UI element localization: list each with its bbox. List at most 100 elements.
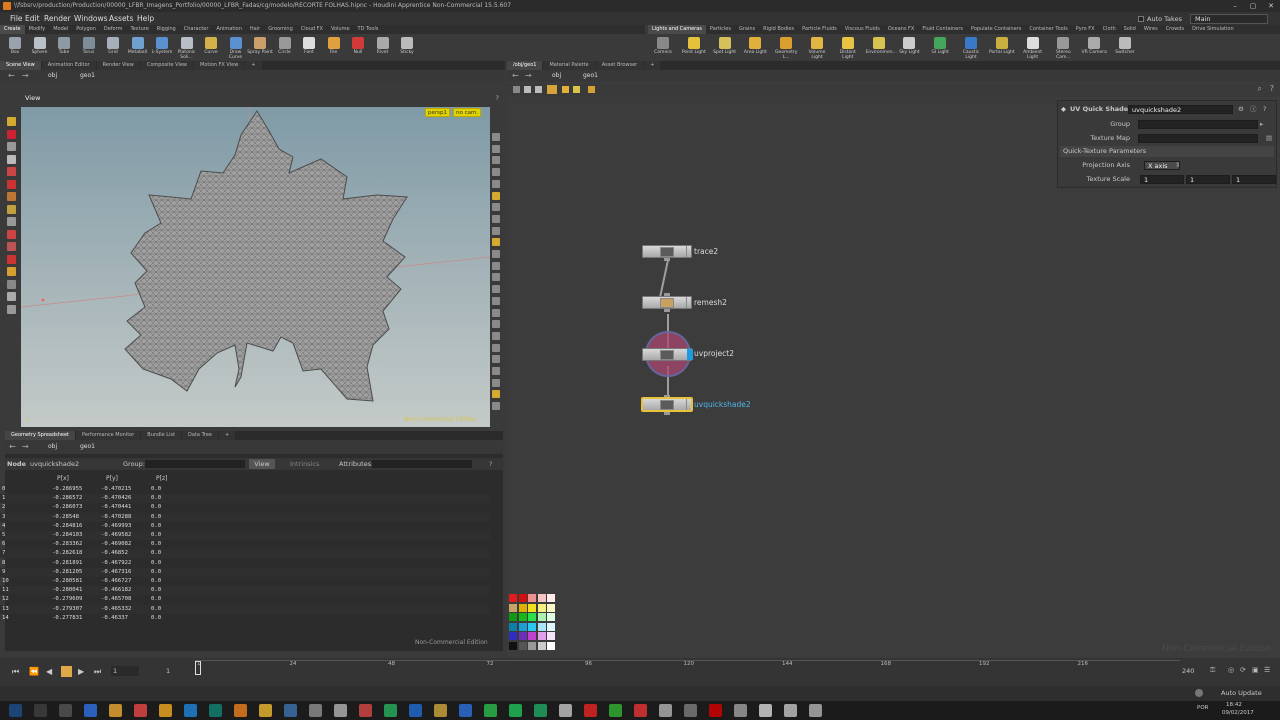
shelf-tool[interactable]: Torus (76, 35, 102, 61)
viewer-tool-icon[interactable] (7, 279, 16, 289)
color-swatch[interactable] (509, 632, 517, 640)
node-label-trace2[interactable]: trace2 (694, 247, 718, 256)
color-swatch[interactable] (528, 632, 536, 640)
display-option-icon[interactable] (492, 133, 500, 141)
display-option-icon[interactable] (492, 203, 500, 212)
table-row[interactable]: 7 -0.282618 -0.46852 0.0 (0, 549, 490, 559)
display-option-icon[interactable] (492, 308, 500, 317)
shelf-tab[interactable]: Grains (735, 25, 759, 34)
app-icon[interactable] (559, 704, 572, 717)
task-view-icon[interactable] (59, 704, 72, 717)
table-row[interactable]: 14 -0.277831 -0.46337 0.0 (0, 614, 490, 623)
display-option-icon[interactable] (492, 168, 500, 177)
key-icon[interactable]: ⚿ (1210, 666, 1215, 675)
desktop-select[interactable]: Main (1190, 14, 1268, 24)
shelf-tool[interactable]: Ambient Light (1020, 35, 1046, 61)
menu-help[interactable]: Help (137, 12, 154, 25)
color-swatch[interactable] (509, 622, 517, 631)
shelf-tool[interactable]: Rivet (370, 35, 396, 61)
node-name-field[interactable]: uvquickshade2 (1128, 105, 1233, 114)
color-swatch[interactable] (518, 613, 527, 621)
jump-start-icon[interactable]: ⏮ (12, 667, 19, 677)
add-icon[interactable] (513, 86, 520, 93)
language-indicator[interactable]: POR (1197, 705, 1208, 711)
node-uvquickshade2[interactable] (642, 398, 692, 411)
file-explorer-icon[interactable] (84, 704, 97, 717)
file-browse-icon[interactable]: ▤ (1266, 132, 1272, 144)
viewer-tool-icon[interactable] (7, 204, 16, 214)
shelf-tool[interactable]: Curve (198, 35, 224, 61)
shelf-tab[interactable]: Populate Containers (967, 25, 1025, 34)
options-icon[interactable]: ☰ (1264, 666, 1270, 674)
color-swatch[interactable] (518, 641, 527, 650)
display-option-icon[interactable] (492, 402, 500, 411)
shelf-tool[interactable]: Switcher (1112, 35, 1138, 61)
shelf-tool[interactable]: VR Camera (1081, 35, 1107, 61)
tab-motion-fx-view[interactable]: Motion FX View (194, 61, 245, 70)
tab-render-view[interactable]: Render View (96, 61, 140, 70)
shelf-tool[interactable]: Environmen... (866, 35, 897, 61)
node-name[interactable]: uvquickshade2 (30, 458, 79, 470)
viewer-tool-icon[interactable] (7, 229, 16, 239)
tab-bundle-list[interactable]: Bundle List (141, 431, 182, 440)
app-icon[interactable] (434, 704, 447, 717)
maximize-icon[interactable]: ▢ (1244, 0, 1262, 12)
color-swatch[interactable] (537, 632, 546, 640)
viewer-tool-icon[interactable] (7, 167, 16, 176)
frame-field[interactable]: 1 (111, 666, 139, 676)
color-swatch[interactable] (547, 641, 555, 650)
shelf-tab[interactable]: Wires (1140, 25, 1162, 34)
help-icon[interactable]: ? (496, 92, 499, 105)
viewer-tool-icon[interactable] (7, 242, 16, 251)
app-icon[interactable] (459, 704, 472, 717)
shelf-tool[interactable]: Distant Light (835, 35, 861, 61)
color-swatch[interactable] (518, 632, 527, 640)
table-row[interactable]: 11 -0.280041 -0.466182 0.0 (0, 586, 490, 596)
shelf-tool[interactable]: Volume Light (804, 35, 830, 61)
shelf-tab[interactable]: Polygon (72, 25, 100, 34)
color-swatch[interactable] (509, 613, 517, 621)
shelf-tool[interactable]: Camera (650, 35, 676, 61)
shelf-tab[interactable]: TD Tools (354, 25, 383, 34)
shelf-tab[interactable]: Volume (327, 25, 354, 34)
color-swatch[interactable] (509, 603, 517, 612)
folder-icon[interactable] (588, 86, 595, 93)
node-label-remesh2[interactable]: remesh2 (694, 298, 727, 307)
shelf-tab[interactable]: Cloth (1099, 25, 1120, 34)
table-row[interactable]: 4 -0.284816 -0.469993 0.0 (0, 522, 490, 531)
display-option-icon[interactable] (492, 367, 500, 375)
minimize-icon[interactable]: – (1226, 0, 1244, 12)
color-swatch[interactable] (528, 613, 536, 621)
gear-icon[interactable]: ⚙ (1238, 103, 1244, 115)
menu-windows[interactable]: Windows (74, 12, 107, 25)
shelf-tab[interactable]: Fluid Containers (918, 25, 967, 34)
chrome-icon[interactable] (159, 704, 172, 717)
shelf-tab[interactable]: Solid (1120, 25, 1140, 34)
tab-material-palette[interactable]: Material Palette (543, 61, 595, 70)
color-swatch[interactable] (509, 641, 517, 650)
forward-arrow-icon[interactable]: → (22, 440, 29, 454)
display-option-icon[interactable] (492, 144, 500, 153)
display-option-icon[interactable] (492, 273, 500, 282)
viewer-tool-icon[interactable] (7, 267, 16, 276)
app-icon[interactable] (184, 704, 197, 717)
audio-icon[interactable]: ◎ (1228, 666, 1234, 674)
tab-geometry-spreadsheet[interactable]: Geometry Spreadsheet (5, 431, 76, 440)
no-cam-label[interactable]: no cam. (453, 108, 482, 117)
table-row[interactable]: 6 -0.283362 -0.469082 0.0 (0, 540, 490, 549)
attributes-input[interactable] (372, 460, 472, 468)
help-icon[interactable]: ? (489, 458, 492, 470)
play-reverse-icon[interactable]: ◀ (46, 667, 52, 676)
app-icon[interactable] (284, 704, 297, 717)
tab-network[interactable]: /obj/geo1 (507, 61, 543, 70)
shelf-tool[interactable]: Spot Light (712, 35, 738, 61)
search-icon[interactable] (34, 704, 47, 717)
settings-icon[interactable]: ▣ (1252, 666, 1259, 674)
shelf-tab[interactable]: Oceans FX (884, 25, 919, 34)
path-geo1[interactable]: geo1 (80, 440, 95, 454)
shelf-tool[interactable]: Geometry L... (773, 35, 799, 61)
viewer-tool-icon[interactable] (7, 192, 16, 201)
viewer-tool-icon[interactable] (7, 142, 16, 151)
shelf-tool[interactable]: File (321, 35, 347, 61)
shelf-tool[interactable]: Sticky (394, 35, 420, 61)
